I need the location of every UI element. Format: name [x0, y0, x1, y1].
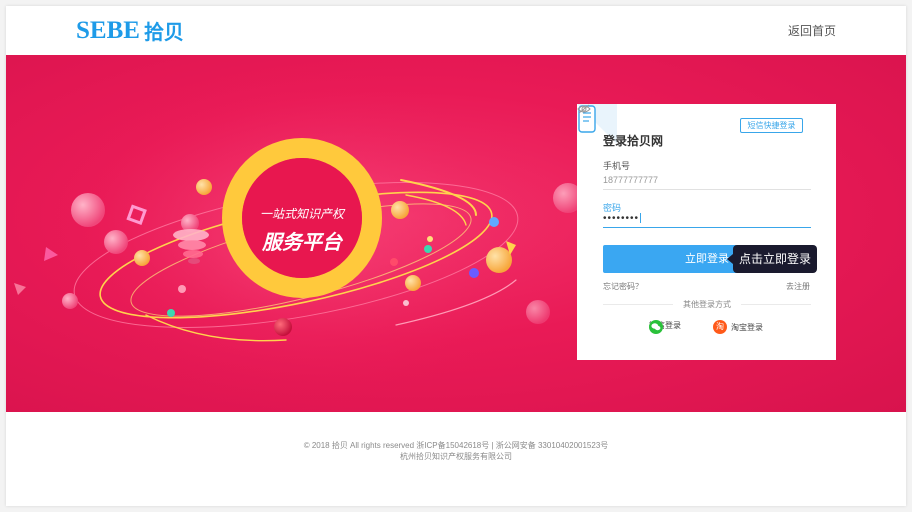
taobao-icon: 淘 — [713, 320, 727, 334]
register-link[interactable]: 去注册 — [786, 281, 810, 292]
banner-line1: 一站式知识产权 — [260, 207, 346, 221]
login-card: 短信快捷登录 登录拾贝网 手机号 18777777777 密码 •••••••• — [577, 104, 836, 360]
text-caret — [640, 213, 642, 224]
logo-text-en: SEBE — [76, 16, 140, 44]
footer: © 2018 拾贝 All rights reserved 浙ICP备15042… — [6, 440, 906, 462]
password-input[interactable]: •••••••• — [603, 213, 642, 224]
phone-label: 手机号 — [603, 161, 631, 171]
password-underline — [603, 227, 811, 228]
phone-input[interactable]: 18777777777 — [603, 175, 658, 185]
footer-company: 杭州拾贝知识产权服务有限公司 — [400, 452, 512, 461]
password-value: •••••••• — [603, 213, 640, 224]
page-frame: SEBE 拾贝 返回首页 一站式知识产权 服务平台 短信快捷登录 登录拾贝网 手… — [6, 6, 906, 506]
banner-line2: 服务平台 — [261, 230, 344, 254]
divider-right — [741, 304, 811, 305]
forgot-password-link[interactable]: 忘记密码？ — [603, 281, 643, 292]
logo[interactable]: SEBE 拾贝 — [76, 16, 184, 45]
taobao-login-label: 淘宝登录 — [731, 322, 763, 332]
wechat-login-button[interactable]: 微信登录 — [649, 320, 681, 334]
phone-underline — [603, 189, 811, 190]
footer-copyright: © 2018 拾贝 All rights reserved 浙ICP备15042… — [303, 441, 609, 450]
header: SEBE 拾贝 返回首页 — [6, 6, 906, 55]
wechat-icon — [649, 320, 663, 334]
hero-banner: 一站式知识产权 服务平台 短信快捷登录 登录拾贝网 手机号 1877777777… — [6, 55, 906, 412]
logo-text-cn: 拾贝 — [143, 20, 184, 44]
back-home-link[interactable]: 返回首页 — [788, 22, 836, 39]
taobao-login-button[interactable]: 淘 淘宝登录 — [713, 320, 763, 334]
sms-login-tab[interactable]: 短信快捷登录 — [740, 118, 803, 133]
login-title: 登录拾贝网 — [603, 134, 664, 148]
login-tooltip: 点击立即登录 — [726, 245, 818, 273]
eye-hidden-icon[interactable] — [577, 104, 591, 114]
